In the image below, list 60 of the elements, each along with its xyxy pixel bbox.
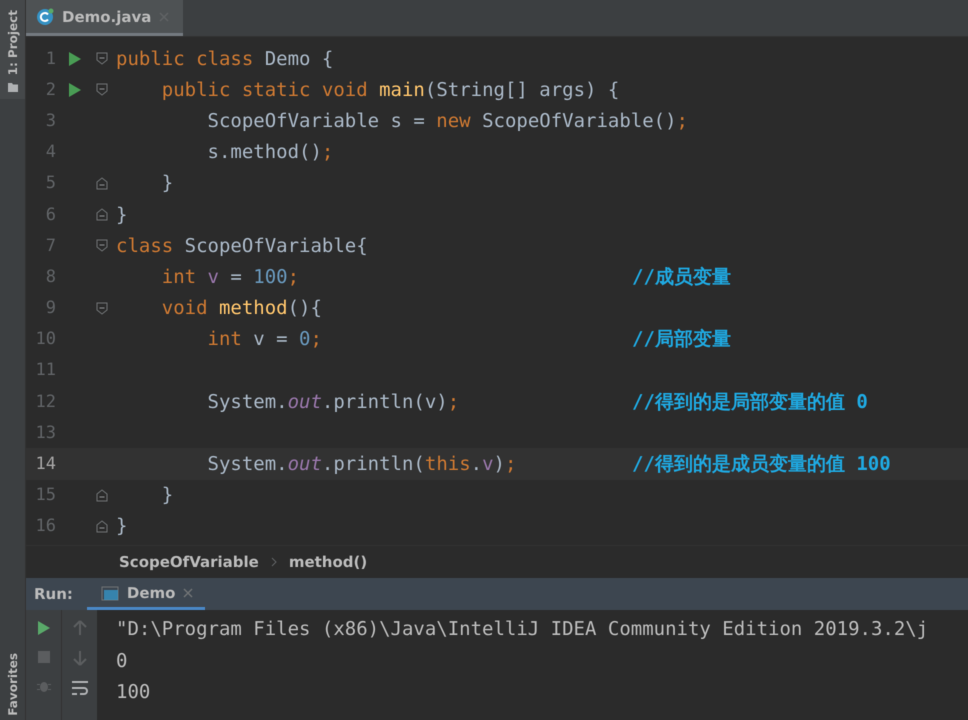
code-line: System.out.println(v); [206, 390, 460, 413]
console-window-icon [100, 584, 119, 600]
fold-marker-icon[interactable] [96, 52, 108, 66]
line-number: 14 [36, 454, 56, 474]
folder-icon [6, 81, 18, 94]
line-number: 10 [36, 329, 56, 350]
soft-wrap-icon[interactable] [70, 680, 88, 696]
line-number: 15 [36, 485, 56, 506]
code-line: } [116, 515, 128, 538]
class-icon [36, 8, 54, 26]
breadcrumb-item[interactable]: method() [288, 553, 368, 571]
close-icon [183, 588, 194, 598]
chevron-icon [270, 557, 277, 567]
project-tool-button[interactable]: 1: Project [0, 0, 25, 100]
line-number: 5 [46, 173, 56, 194]
run-gutter-icon[interactable] [68, 82, 82, 98]
line-number: 3 [46, 110, 56, 131]
line-number: 7 [46, 236, 56, 256]
fold-marker-icon[interactable] [96, 208, 108, 222]
line-number: 12 [36, 392, 56, 412]
line-number: 13 [36, 422, 56, 443]
code-line: int v = 100; [160, 266, 300, 288]
fold-marker-icon[interactable] [96, 520, 108, 533]
fold-marker-icon[interactable] [96, 302, 108, 315]
code-comment: //得到的是局部变量的值 0 [632, 390, 868, 413]
code-line: void method(){ [160, 297, 322, 320]
line-number: 8 [46, 266, 56, 287]
code-line: s.method(); [206, 141, 334, 164]
code-line: int v = 0; [206, 328, 322, 350]
console-output-line: "D:\Program Files (x86)\Java\IntelliJ IDEA Community Edition 2019.3.2\j [116, 617, 928, 642]
console-output-line: 0 [116, 648, 128, 674]
code-line: class ScopeOfVariable{ [116, 234, 368, 257]
code-line: public class Demo { [116, 48, 334, 70]
play-icon[interactable] [36, 620, 50, 636]
line-number: 6 [46, 204, 56, 225]
code-line: ScopeOfVariable s = new ScopeOfVariable(); [206, 110, 688, 132]
code-comment: //局部变量 [632, 328, 731, 350]
code-line: } [160, 484, 174, 506]
line-number: 4 [46, 142, 56, 162]
breadcrumb-item[interactable]: ScopeOfVariable [119, 553, 259, 571]
line-number: 1 [46, 48, 56, 69]
fold-marker-icon[interactable] [96, 176, 108, 190]
code-line: } [160, 172, 174, 194]
line-number: 11 [36, 360, 56, 380]
run-label: Run: [33, 585, 74, 603]
line-number: 2 [46, 80, 56, 100]
run-gutter-icon[interactable] [68, 50, 82, 67]
fold-marker-icon[interactable] [96, 488, 108, 502]
file-tab[interactable]: Demo.java [26, 0, 184, 36]
favorites-tool-button[interactable]: Favorites [0, 645, 25, 720]
code-line: System.out.println(this.v); [206, 453, 516, 476]
code-line: public static void main(String[] args) { [160, 78, 620, 101]
fold-marker-icon[interactable] [96, 239, 108, 252]
line-number: 16 [36, 516, 56, 536]
fold-marker-icon[interactable] [96, 83, 108, 96]
line-number: 9 [46, 298, 56, 318]
code-line: } [116, 204, 128, 226]
code-comment: //得到的是成员变量的值 100 [632, 453, 891, 476]
console-output-line: 100 [116, 680, 152, 705]
code-comment: //成员变量 [632, 266, 731, 288]
